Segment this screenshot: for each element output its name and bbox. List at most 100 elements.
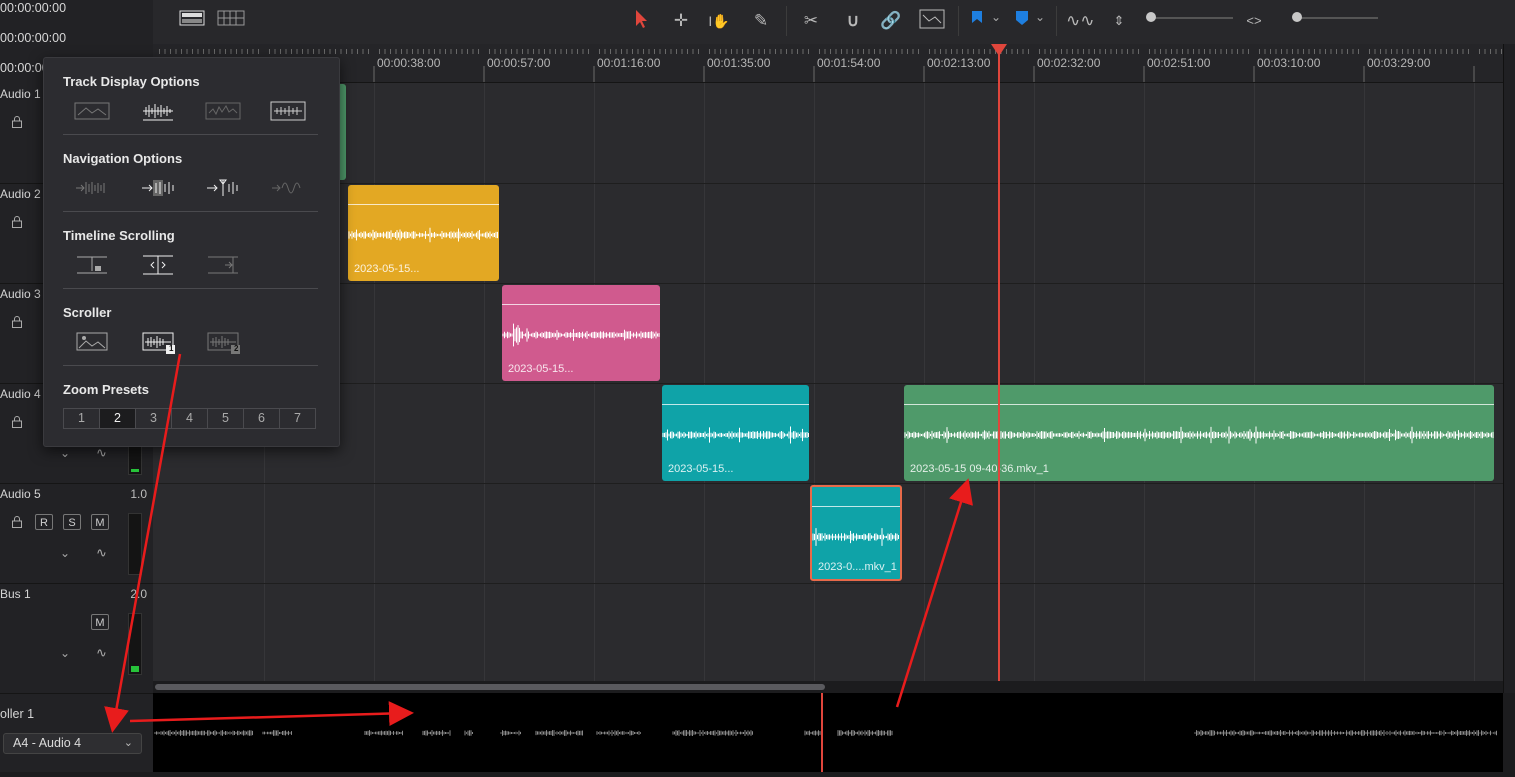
timeline-view-icon[interactable] [179,10,205,26]
position-lock-icon[interactable] [919,9,945,29]
clip-name: 2023-05-15... [354,263,420,275]
zoom-slider-knob[interactable] [1292,12,1302,22]
zoom-presets: 1 2 3 4 5 6 7 [63,408,316,429]
pencil-icon[interactable]: ✎ [748,8,774,34]
selection-pointer-icon[interactable] [633,9,649,29]
audio-clip[interactable]: 2023-05-15... [348,185,499,281]
chevron-down-icon[interactable]: ⌄ [60,646,70,660]
ruler-tick-label: 00:00:57:00 [487,56,551,70]
chevron-down-icon[interactable]: ⌄ [60,446,70,460]
scissors-icon[interactable]: ✂ [798,8,824,34]
track-display-thumbnail-icon[interactable] [74,99,110,123]
timeline-scroller[interactable] [153,693,1503,772]
scroller-playhead [821,693,823,772]
lock-icon[interactable] [11,516,23,528]
track-height-slider-knob[interactable] [1146,12,1156,22]
horizontal-scrollbar-thumb[interactable] [155,684,825,690]
zoom-width-icon[interactable]: <> [1241,8,1267,34]
timeline-track-area[interactable]: 2023-05-15... 2023-05-15... 2023-05-15..… [153,83,1503,681]
automation-icon[interactable]: ∿ [96,445,107,461]
track-display-fullwave-icon[interactable] [205,99,241,123]
audio-waveform-icon[interactable]: ∿∿ [1066,8,1095,34]
track-height-icon[interactable]: ⇕ [1106,8,1132,34]
zoom-preset-3[interactable]: 3 [136,409,172,428]
scrolling-none-icon[interactable] [205,253,241,277]
audio-clip[interactable]: 2023-05-15... [662,385,809,481]
marker-icon[interactable] [1015,10,1029,26]
flag-marker-icon[interactable] [971,10,983,26]
chevron-down-icon[interactable]: ⌄ [60,546,70,560]
mute-button[interactable]: M [91,514,109,530]
timecode-ruler[interactable]: 00:00:38:00 00:00:57:00 00:01:16:00 00:0… [153,44,1503,83]
track-name: Audio 1 [0,87,41,101]
navigation-option-3-icon[interactable] [205,176,241,200]
scroller-track-value: A4 - Audio 4 [13,736,82,750]
automation-icon[interactable]: ∿ [96,645,107,661]
timecode: 00:00:00:00 [0,31,67,45]
scrolling-page-icon[interactable] [74,253,110,277]
scroller-waveform [154,730,1497,736]
ruler-tick-label: 00:02:13:00 [927,56,991,70]
audio-meter [128,513,142,575]
audio-waveform [502,323,660,347]
solo-button[interactable]: S [63,514,81,530]
audio-meter [128,613,142,675]
ruler-tick-label: 00:03:10:00 [1257,56,1321,70]
clip-name: 2023-05-15... [668,463,734,475]
zoom-preset-5[interactable]: 5 [208,409,244,428]
snapping-magnet-icon[interactable]: ∪ [840,8,866,34]
track-lane-audio-1 [153,83,1503,184]
vertical-scrollbar[interactable] [1503,44,1515,693]
audio-clip[interactable]: 2023-05-15... [502,285,660,381]
track-display-height-icon[interactable] [270,99,306,123]
navigation-options-title: Navigation Options [63,151,183,166]
zoom-preset-7[interactable]: 7 [280,409,315,428]
lock-icon[interactable] [11,116,23,128]
track-name: Audio 4 [0,387,41,401]
zoom-slider[interactable] [1293,17,1378,19]
track-name: Audio 5 [0,487,41,501]
zoom-preset-4[interactable]: 4 [172,409,208,428]
navigation-option-4-icon[interactable] [270,176,306,200]
timeline-scrolling-title: Timeline Scrolling [63,228,175,243]
link-icon[interactable]: 🔗 [878,8,904,34]
scroller-track-select[interactable]: A4 - Audio 4 ⌄ [3,733,142,754]
clip-name: 2023-05-15... [508,363,574,375]
mute-button[interactable]: M [91,614,109,630]
lock-icon[interactable] [11,216,23,228]
chevron-down-icon[interactable]: ⌄ [1035,10,1045,24]
blade-hand-tool-icon[interactable]: I✋ [706,8,732,34]
zoom-preset-2[interactable]: 2 [100,409,136,428]
lock-icon[interactable] [11,316,23,328]
track-header-bus-1[interactable]: Bus 1 2.0 M ⌄ ∿ [0,583,153,694]
playhead[interactable] [998,44,1000,681]
playhead-handle[interactable] [991,44,1007,56]
selected-audio-clip[interactable]: 2023-0....mkv_1 [810,485,902,581]
track-height-slider[interactable] [1148,17,1233,19]
audio-clip[interactable]: 2023-05-15 09-40-36.mkv_1 [904,385,1494,481]
ruler-tick-label: 00:02:32:00 [1037,56,1101,70]
audio-waveform [812,528,899,546]
trim-tool-icon[interactable]: ✛ [668,8,694,34]
track-header-audio-5[interactable]: Audio 5 1.0 R S M ⌄ ∿ [0,483,153,584]
chevron-down-icon[interactable]: ⌄ [991,10,1001,24]
timeline-toolbar: ✛ I✋ ✎ ✂ ∪ 🔗 ⌄ ⌄ ∿∿ ⇕ <> [153,0,1515,45]
zoom-preset-1[interactable]: 1 [64,409,100,428]
automation-icon[interactable]: ∿ [96,545,107,561]
navigation-option-1-icon[interactable] [74,176,110,200]
navigation-option-2-icon[interactable] [140,176,176,200]
grid-view-icon[interactable] [217,10,245,26]
zoom-preset-6[interactable]: 6 [244,409,280,428]
timecode: 00:00:00:00 [0,1,67,15]
track-name: Audio 3 [0,287,41,301]
lock-icon[interactable] [11,416,23,428]
timeline-view-options-popup: Track Display Options Navigation Options… [43,57,340,447]
scrolling-smooth-icon[interactable] [140,253,176,277]
ruler-tick-label: 00:00:38:00 [377,56,441,70]
track-volume[interactable]: 2.0 [130,587,147,601]
record-button[interactable]: R [35,514,53,530]
track-display-waveform-icon[interactable] [140,99,176,123]
track-volume[interactable]: 1.0 [130,487,147,501]
scroller-title: Scroller [63,305,112,320]
scroller-thumbnail-icon[interactable] [74,330,110,354]
